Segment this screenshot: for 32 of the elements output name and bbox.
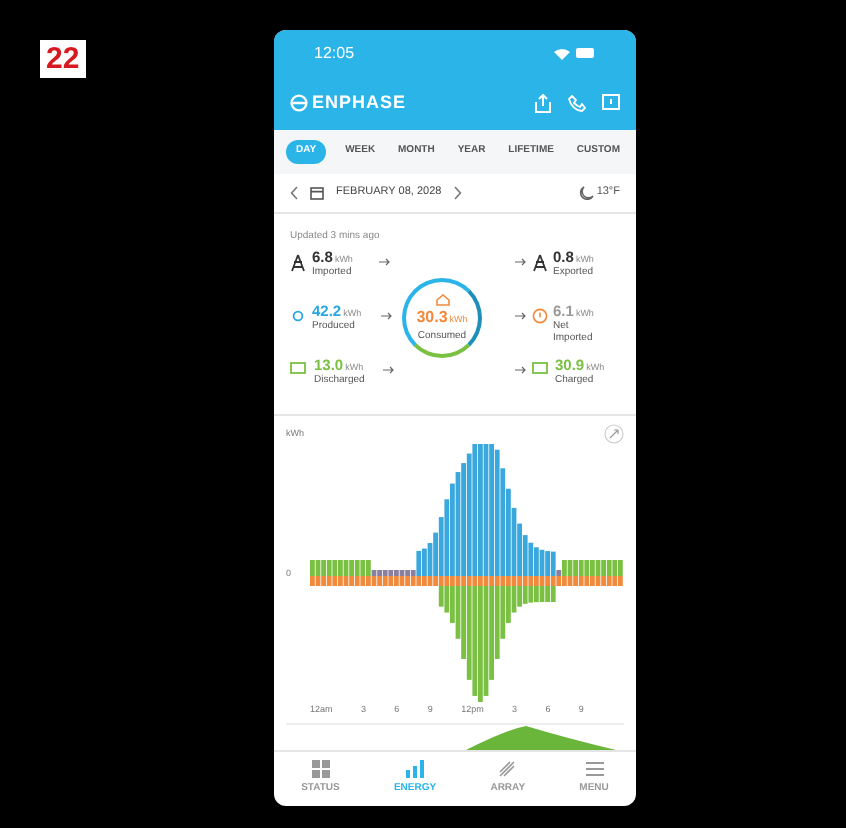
- previous-day-button[interactable]: [290, 185, 298, 200]
- logo-icon: [290, 94, 308, 112]
- expand-icon: [604, 424, 624, 445]
- share-icon: [534, 93, 552, 113]
- figure-label: 22: [40, 40, 86, 78]
- arrow-icon: [378, 258, 390, 267]
- arrow-icon: [513, 258, 525, 267]
- lower-bar-series: [438, 586, 556, 703]
- arrow-icon: [379, 312, 392, 321]
- alert-icon: [531, 308, 547, 325]
- phone-icon: [568, 94, 586, 112]
- battery-icon: [290, 362, 308, 375]
- status-time: 12:05: [314, 41, 355, 65]
- wifi-icon: [554, 47, 570, 59]
- grid-icon: [311, 760, 330, 779]
- brand-name: ENPHASE: [312, 89, 407, 116]
- chevron-right-icon: [453, 185, 462, 200]
- next-day-button[interactable]: [453, 185, 462, 200]
- calendar-icon: [310, 185, 324, 200]
- battery-icon: [576, 48, 596, 58]
- bar-chart-icon: [406, 760, 425, 779]
- house-icon: [435, 293, 449, 306]
- arrow-icon: [381, 366, 394, 375]
- consumed-value: 30.3: [416, 305, 448, 330]
- arrow-icon: [513, 366, 525, 375]
- tower-icon: [531, 254, 547, 273]
- arrow-icon: [513, 312, 525, 321]
- tower-icon: [290, 254, 306, 273]
- menu-icon: [585, 760, 604, 779]
- chevron-left-icon: [290, 185, 298, 200]
- battery-icon: [531, 362, 549, 375]
- moon-icon: [578, 185, 595, 200]
